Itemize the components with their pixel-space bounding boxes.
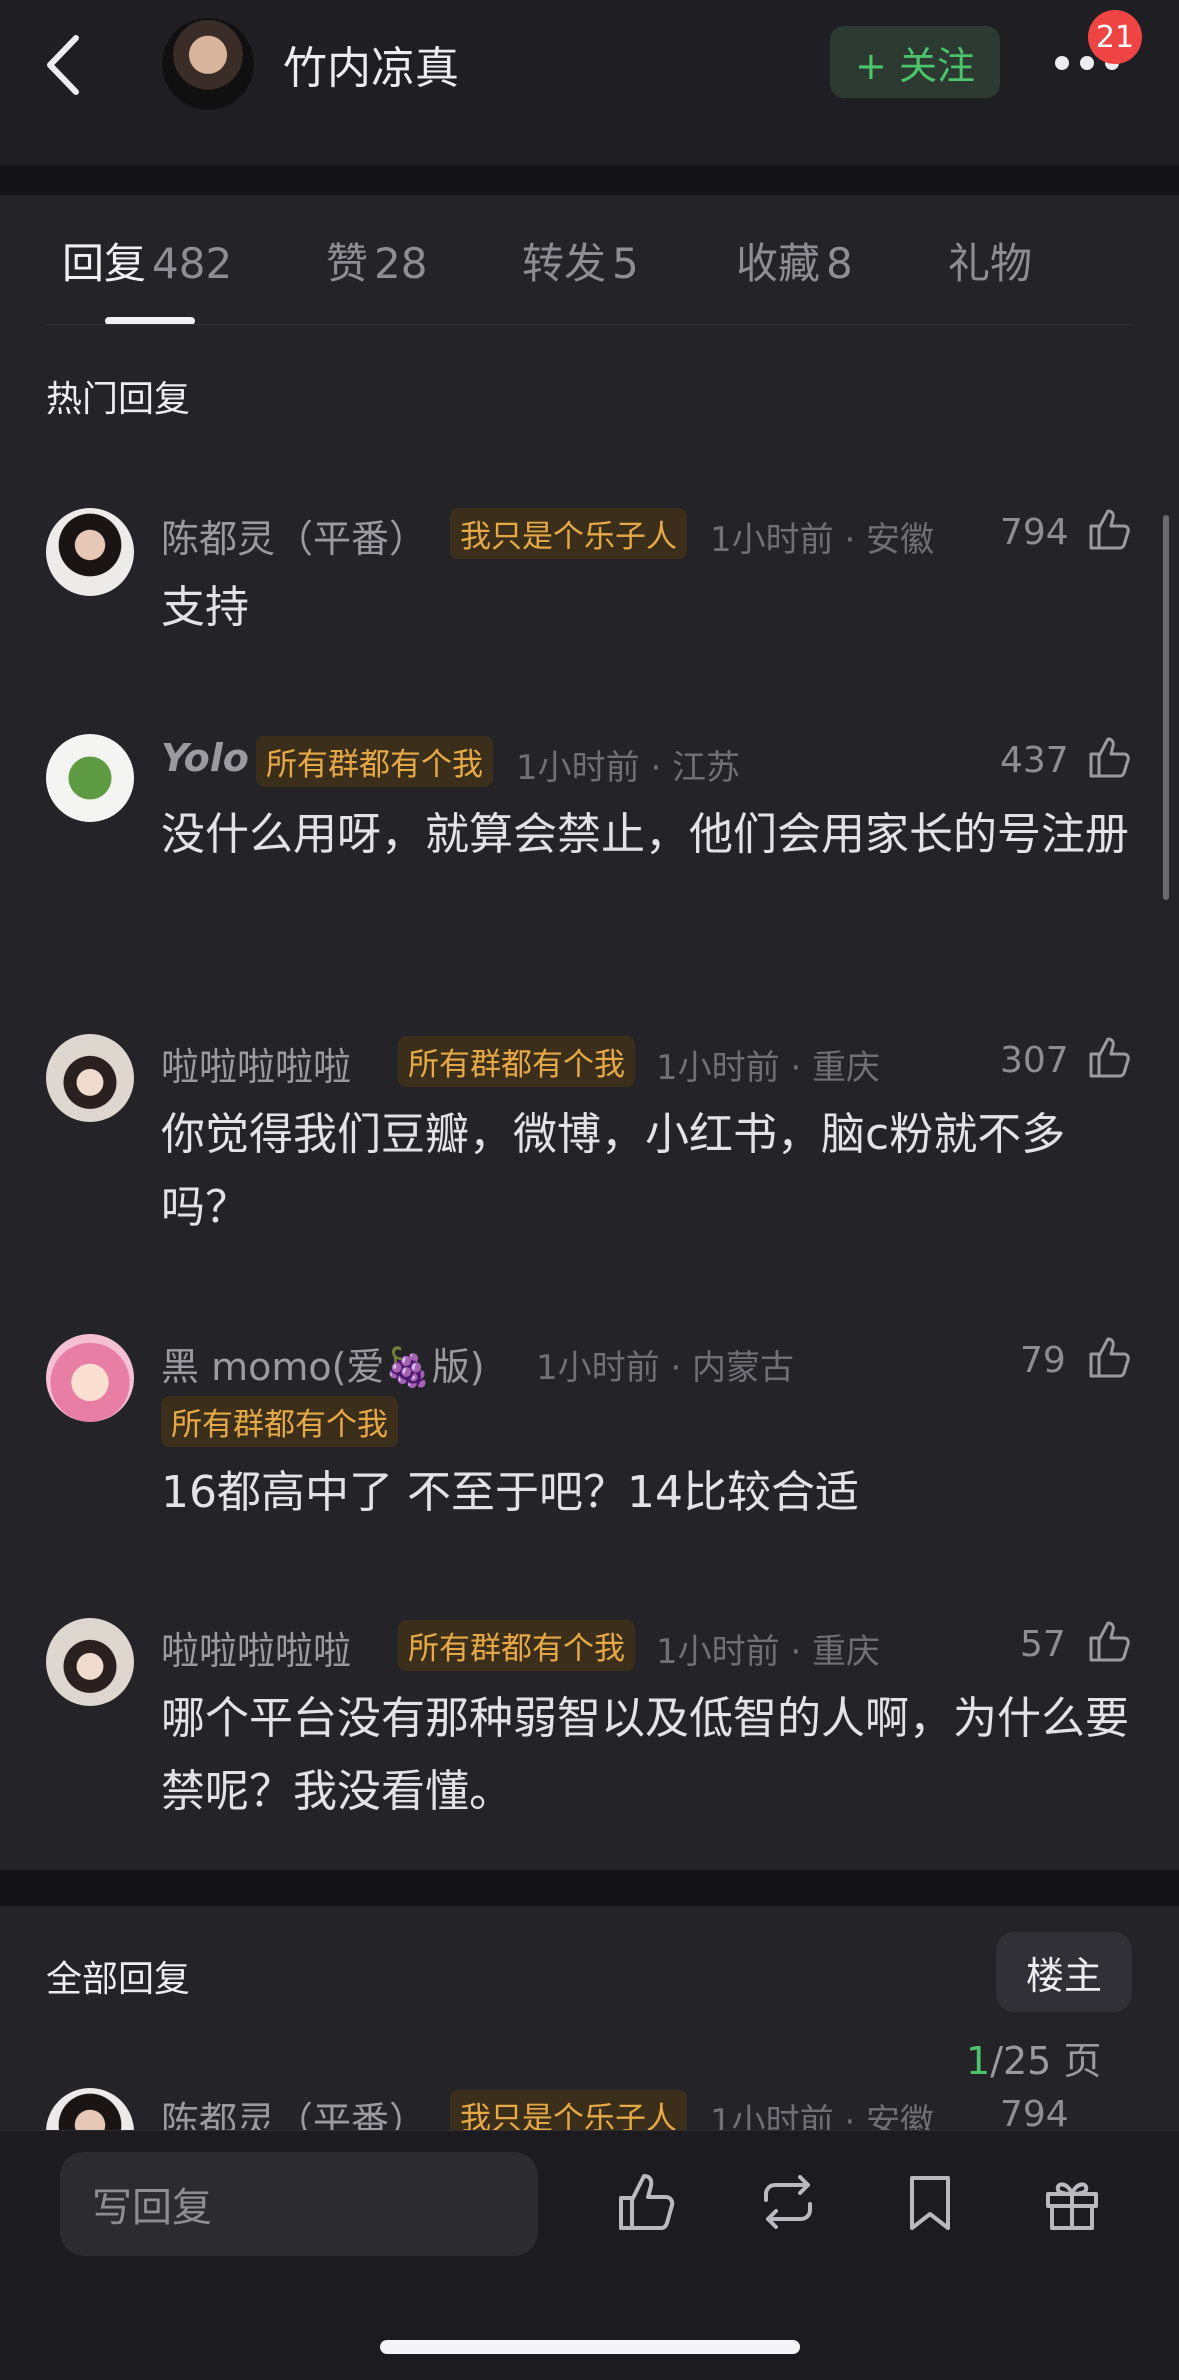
notification-badge: 21 — [1088, 10, 1142, 64]
avatar[interactable] — [46, 1618, 134, 1706]
back-button[interactable] — [42, 32, 92, 98]
like-count: 79 — [1020, 1340, 1066, 1381]
section-divider — [0, 165, 1179, 195]
comment-text: 没什么用呀，就算会禁止，他们会用家长的号注册 — [161, 809, 1129, 860]
avatar[interactable] — [46, 734, 134, 822]
comment-meta: 1小时前 · 内蒙古 — [536, 1348, 795, 1388]
comment-meta: 1小时前 · 安徽 — [710, 520, 935, 560]
tab-count: 482 — [152, 239, 233, 288]
like-count: 307 — [1000, 1040, 1069, 1081]
comment-text: 哪个平台没有那种弱智以及低智的人啊，为什么要禁呢？我没看懂。 — [161, 1693, 1129, 1817]
avatar[interactable] — [46, 1034, 134, 1122]
thumbs-up-icon[interactable] — [1087, 734, 1133, 780]
tab-label: 赞 — [326, 239, 369, 288]
owner-only-button[interactable]: 楼主 — [996, 1932, 1132, 2012]
like-count: 794 — [1000, 2094, 1069, 2135]
like-count: 57 — [1020, 1624, 1066, 1665]
page-indicator[interactable]: 1/25 页 — [966, 2030, 1101, 2085]
tab-likes[interactable]: 赞 28 — [326, 230, 427, 291]
tab-label: 回复 — [62, 239, 147, 288]
like-count: 794 — [1000, 512, 1069, 553]
thumbs-up-icon[interactable] — [1087, 1618, 1133, 1664]
author-avatar[interactable] — [162, 18, 254, 110]
tab-replies[interactable]: 回复 482 — [62, 230, 232, 291]
comment-meta: 1小时前 · 重庆 — [656, 1048, 881, 1088]
comment-text: 你觉得我们豆瓣，微博，小红书，脑c粉就不多吗？ — [161, 1109, 1066, 1233]
user-badge: 所有群都有个我 — [256, 736, 493, 787]
author-name[interactable]: 竹内凉真 — [283, 32, 459, 96]
comment-text: 16都高中了 不至于吧？14比较合适 — [161, 1467, 859, 1518]
avatar[interactable] — [46, 1334, 134, 1422]
tab-count: 5 — [612, 239, 639, 288]
comment-username[interactable]: 啦啦啦啦啦 — [161, 1620, 351, 1675]
comment-text: 支持 — [161, 582, 249, 633]
avatar[interactable] — [46, 508, 134, 596]
gift-icon[interactable] — [1040, 2170, 1104, 2234]
comment-meta: 1小时前 · 江苏 — [516, 748, 741, 788]
tab-label: 礼物 — [948, 239, 1033, 288]
tab-divider — [46, 324, 1134, 325]
tab-label: 收藏 — [736, 239, 821, 288]
repost-icon[interactable] — [756, 2170, 820, 2234]
tab-count: 8 — [826, 239, 853, 288]
follow-button[interactable]: + 关注 — [830, 26, 1000, 98]
comment-username[interactable]: 黑 momo(爱🍇版) — [161, 1336, 485, 1391]
tab-label: 转发 — [522, 239, 607, 288]
all-replies-title: 全部回复 — [46, 1959, 191, 2000]
tab-count: 28 — [374, 239, 428, 288]
home-indicator — [380, 2340, 800, 2354]
section-divider — [0, 1870, 1179, 1906]
thumbs-up-icon[interactable] — [1087, 506, 1133, 552]
like-count: 437 — [1000, 740, 1069, 781]
user-badge: 我只是个乐子人 — [450, 508, 687, 559]
chevron-left-icon — [47, 35, 79, 95]
user-badge: 所有群都有个我 — [398, 1620, 635, 1671]
bookmark-icon[interactable] — [898, 2170, 962, 2234]
user-badge: 所有群都有个我 — [398, 1036, 635, 1087]
thumbs-up-icon[interactable] — [1087, 1334, 1133, 1380]
reply-input[interactable]: 写回复 — [60, 2152, 538, 2256]
comment-username[interactable]: Yolo — [161, 736, 249, 780]
user-badge: 所有群都有个我 — [161, 1396, 398, 1447]
total-pages: /25 页 — [990, 2039, 1102, 2083]
scrollbar[interactable] — [1163, 515, 1169, 900]
tab-gifts[interactable]: 礼物 — [948, 230, 1032, 291]
tab-reposts[interactable]: 转发 5 — [522, 230, 639, 291]
hot-replies-title: 热门回复 — [46, 379, 191, 420]
comment-meta: 1小时前 · 重庆 — [656, 1632, 881, 1672]
thumbs-up-icon[interactable] — [1087, 1034, 1133, 1080]
current-page: 1 — [966, 2039, 991, 2083]
thumbs-up-icon[interactable] — [615, 2170, 679, 2234]
tab-favorites[interactable]: 收藏 8 — [736, 230, 853, 291]
comment-username[interactable]: 陈都灵（平番） — [161, 508, 427, 563]
comment-username[interactable]: 啦啦啦啦啦 — [161, 1036, 351, 1091]
